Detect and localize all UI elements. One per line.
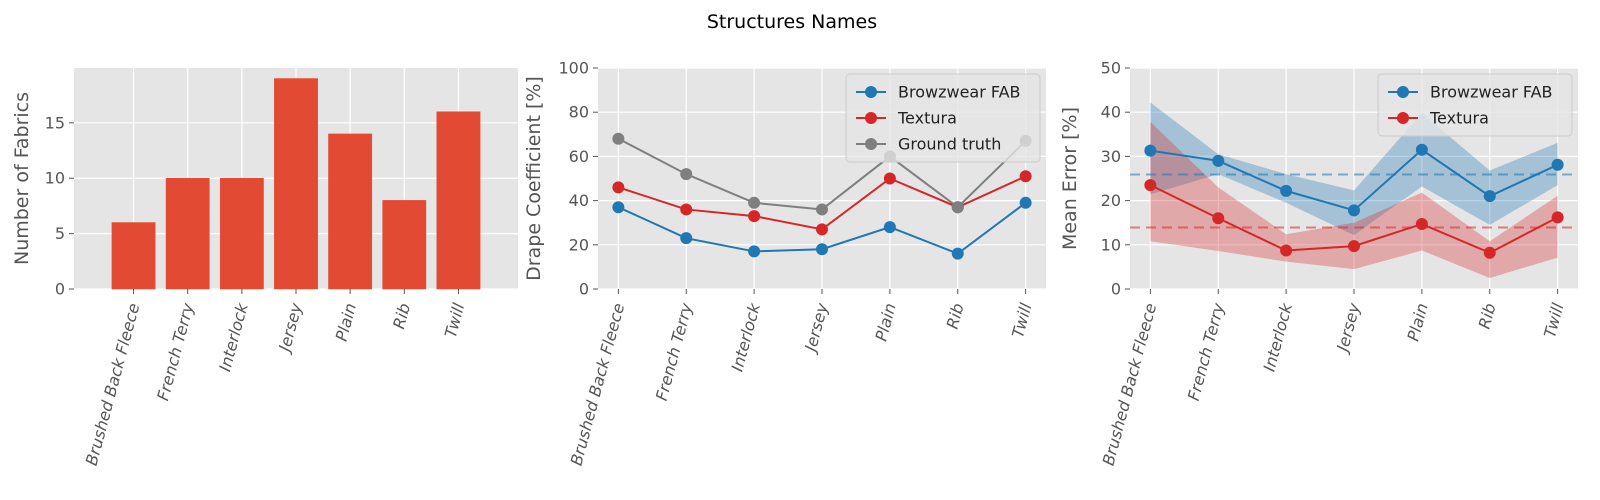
data-point-ground-truth	[612, 132, 625, 145]
data-point-textura	[748, 210, 761, 223]
data-point-ground-truth	[680, 168, 693, 181]
ytick-label: 40	[1101, 103, 1121, 122]
data-point-browzwear-fab	[680, 232, 693, 245]
data-point-browzwear-fab	[748, 245, 761, 258]
data-point-ground-truth	[816, 203, 828, 216]
data-point-browzwear-fab	[1144, 144, 1157, 157]
data-point-browzwear-fab	[612, 201, 625, 214]
line-chart-drape-coefficient: 0 20 40 60 80 100 Brushed Back Fleece French Te…	[523, 59, 1046, 468]
bar-brushed-back-fleece	[111, 222, 156, 290]
xtick-label: Rib	[389, 301, 414, 331]
data-point-browzwear-fab	[1019, 196, 1032, 209]
xtick-label: Twill	[441, 301, 469, 340]
data-point-browzwear-fab	[1348, 204, 1360, 217]
xtick-label: Jersey	[800, 301, 832, 356]
ytick-label: 60	[569, 147, 589, 166]
data-point-browzwear-fab	[1280, 184, 1293, 197]
ytick-label: 20	[1101, 191, 1121, 210]
legend-label: Browzwear FAB	[1430, 83, 1553, 102]
xtick-label: Brushed Back Fleece	[567, 301, 629, 468]
ytick-label: 100	[558, 59, 589, 78]
data-point-browzwear-fab	[1551, 158, 1564, 171]
bar-rib	[382, 200, 427, 290]
bar-plain	[328, 133, 373, 290]
data-point-browzwear-fab	[1212, 154, 1225, 167]
legend: Browzwear FAB Textura	[1377, 73, 1573, 137]
legend-marker-icon	[865, 86, 877, 98]
xtick-label: French Terry	[1184, 301, 1228, 403]
data-point-textura	[1415, 218, 1428, 231]
ytick-label: 50	[1101, 59, 1121, 78]
xtick-label: Brushed Back Fleece	[82, 301, 144, 468]
ytick-label: 10	[1101, 235, 1121, 254]
data-point-textura	[1212, 212, 1225, 225]
legend-marker-icon	[865, 112, 877, 124]
xtick-label: Jersey	[1332, 301, 1364, 356]
data-point-textura	[612, 181, 625, 194]
data-point-ground-truth	[748, 196, 761, 209]
data-point-browzwear-fab	[816, 243, 828, 256]
xtick-label: Rib	[943, 301, 968, 331]
bar-french-terry	[165, 177, 210, 290]
figure: Structures Names 0 5 10 15 Brushed Back Flee…	[11, 11, 1578, 468]
legend: Browzwear FAB Textura Ground truth	[845, 73, 1041, 163]
xtick-label: French Terry	[153, 301, 197, 403]
xtick-label: French Terry	[652, 301, 696, 403]
data-point-textura	[1348, 240, 1360, 253]
ytick-label: 80	[569, 103, 589, 122]
xtick-label: Twill	[1008, 301, 1036, 340]
legend-marker-icon	[1397, 86, 1409, 98]
data-point-textura	[1551, 211, 1564, 224]
legend-label: Browzwear FAB	[898, 83, 1021, 102]
y-axis-label: Mean Error [%]	[1059, 107, 1081, 250]
data-point-textura	[883, 172, 896, 185]
data-point-textura	[1280, 244, 1293, 257]
legend-marker-icon	[865, 138, 877, 150]
xtick-label: Twill	[1540, 301, 1568, 340]
ytick-label: 20	[569, 235, 589, 254]
ytick-label: 0	[579, 280, 589, 299]
y-axis-label: Number of Fabrics	[11, 92, 33, 265]
legend-label: Ground truth	[898, 135, 1001, 154]
ytick-label: 40	[569, 191, 589, 210]
data-point-browzwear-fab	[1415, 143, 1428, 156]
xtick-label: Plain	[1403, 301, 1431, 343]
ytick-label: 0	[55, 280, 65, 299]
xtick-label: Jersey	[274, 301, 306, 356]
xtick-label: Rib	[1475, 301, 1500, 331]
legend-label: Textura	[897, 109, 957, 128]
xtick-label: Interlock	[1260, 300, 1297, 373]
line-chart-mean-error: 0 10 20 30 40 50 Brushed Back Fleece French Ter…	[1059, 59, 1578, 468]
data-point-textura	[1144, 179, 1157, 192]
bar-twill	[436, 111, 481, 290]
ytick-label: 30	[1101, 147, 1121, 166]
data-point-textura	[1483, 246, 1496, 259]
data-point-browzwear-fab	[951, 247, 964, 260]
xtick-label: Interlock	[215, 300, 252, 373]
data-point-browzwear-fab	[1483, 190, 1496, 203]
ytick-label: 10	[45, 169, 65, 188]
xtick-label: Plain	[871, 301, 899, 343]
legend-marker-icon	[1397, 112, 1409, 124]
data-point-textura	[680, 203, 693, 216]
bar-interlock	[219, 177, 264, 290]
ytick-label: 5	[55, 224, 65, 243]
xtick-label: Brushed Back Fleece	[1099, 301, 1161, 468]
data-point-textura	[816, 223, 828, 236]
bar-chart-fabric-counts: 0 5 10 15 Brushed Back Fleece French Terry Int…	[11, 68, 518, 468]
bar-jersey	[274, 78, 318, 290]
xtick-label: Interlock	[728, 300, 765, 373]
data-point-ground-truth	[951, 201, 964, 214]
y-axis-label: Drape Coefficient [%]	[523, 76, 545, 281]
data-point-textura	[1019, 170, 1032, 183]
ytick-label: 0	[1111, 280, 1121, 299]
legend-label: Textura	[1429, 109, 1489, 128]
xtick-label: Plain	[332, 301, 360, 343]
ytick-label: 15	[45, 113, 65, 132]
figure-title: Structures Names	[707, 11, 877, 33]
data-point-browzwear-fab	[883, 221, 896, 234]
